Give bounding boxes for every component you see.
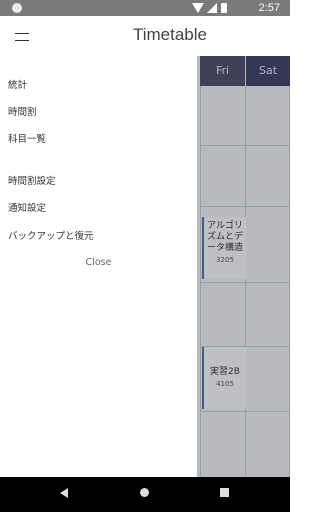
notification-icon bbox=[12, 3, 22, 13]
drawer-item-statistics[interactable]: 統計 bbox=[8, 77, 27, 91]
status-icons bbox=[192, 2, 232, 14]
status-time: 2:57 bbox=[258, 2, 280, 14]
back-icon[interactable] bbox=[60, 488, 68, 498]
recent-apps-icon[interactable] bbox=[220, 488, 229, 497]
battery-icon bbox=[221, 3, 227, 13]
wifi-icon bbox=[192, 3, 204, 13]
app-title: Timetable bbox=[132, 25, 207, 44]
drawer-item-backup-restore[interactable]: バックアップと復元 bbox=[8, 228, 94, 242]
drawer-item-course-list[interactable]: 科目一覧 bbox=[8, 131, 46, 145]
drawer-item-timetable[interactable]: 時間割 bbox=[8, 104, 37, 118]
signal-icon bbox=[207, 3, 217, 13]
navigation-drawer: 統計 時間割 科目一覧 時間割設定 通知設定 バックアップと復元 Close bbox=[0, 56, 197, 477]
app-bar: Timetable bbox=[0, 16, 290, 56]
home-icon[interactable] bbox=[140, 488, 149, 497]
drawer-item-timetable-settings[interactable]: 時間割設定 bbox=[8, 173, 56, 187]
close-button[interactable]: Close bbox=[0, 257, 197, 268]
drawer-item-notification-settings[interactable]: 通知設定 bbox=[8, 200, 46, 214]
navigation-bar bbox=[0, 477, 290, 512]
status-bar: 2:57 bbox=[0, 0, 290, 16]
